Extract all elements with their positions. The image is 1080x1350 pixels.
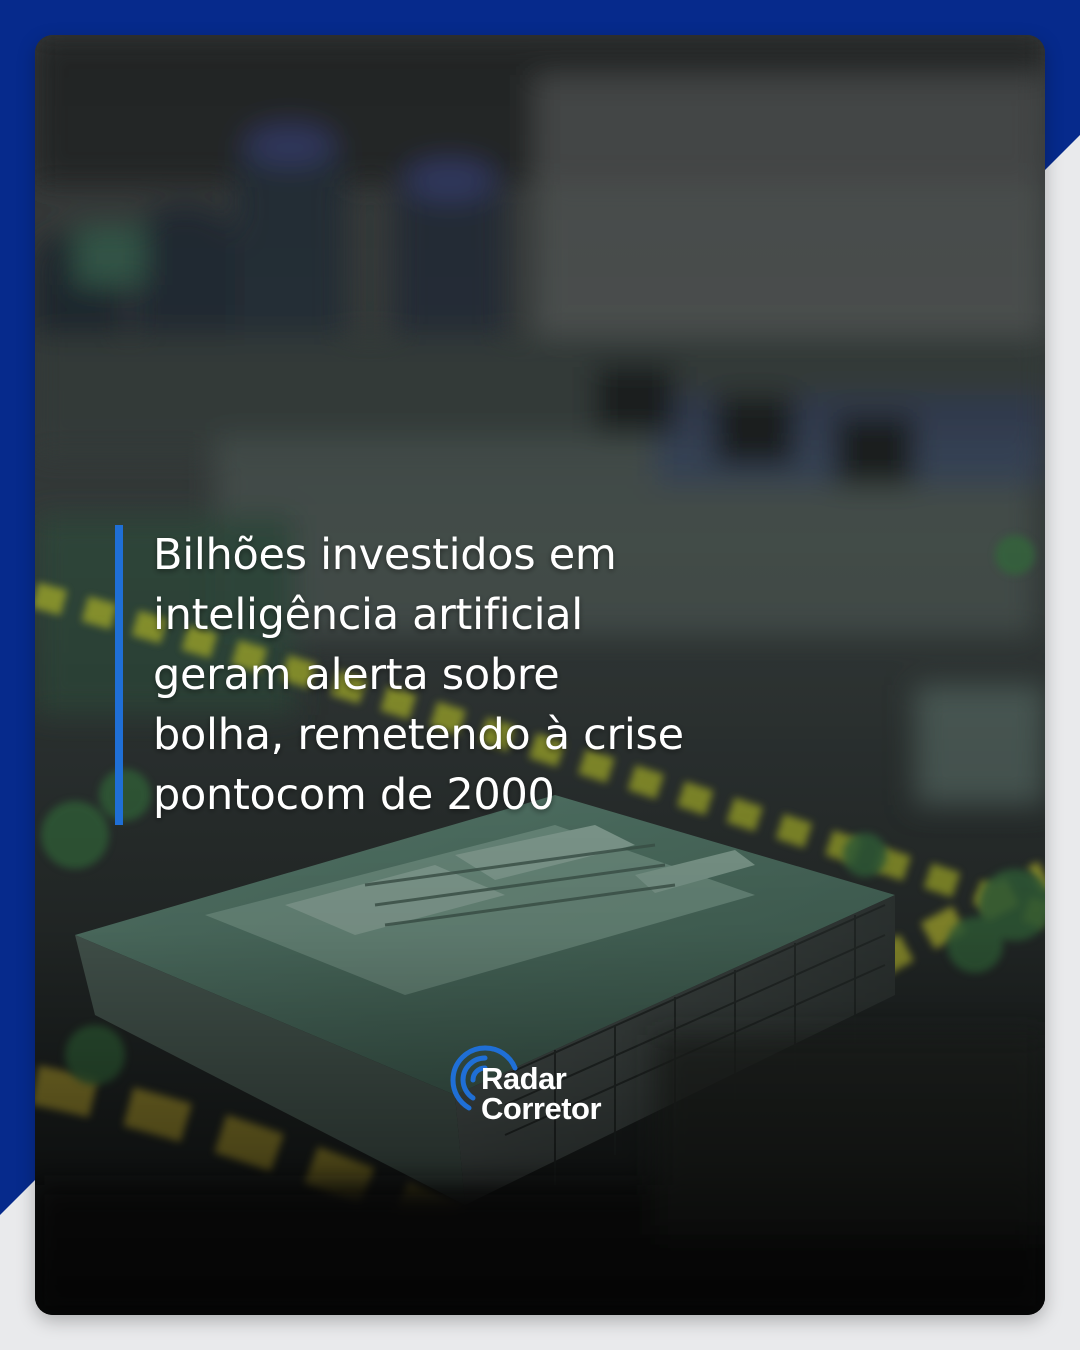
headline-line: geram alerta sobre bbox=[153, 650, 560, 700]
headline-block: Bilhões investidos em inteligência artif… bbox=[115, 525, 793, 825]
headline-line: inteligência artificial bbox=[153, 590, 583, 640]
headline-line: bolha, remetendo à crise bbox=[153, 710, 684, 760]
brand-line-1: Radar bbox=[481, 1061, 567, 1096]
post-canvas: Bilhões investidos em inteligência artif… bbox=[0, 0, 1080, 1350]
headline: Bilhões investidos em inteligência artif… bbox=[153, 525, 793, 825]
headline-line: Bilhões investidos em bbox=[153, 530, 617, 580]
brand-wordmark: Radar Corretor bbox=[481, 1061, 602, 1126]
brand-logo: Radar Corretor bbox=[445, 1040, 655, 1136]
photo-card: Bilhões investidos em inteligência artif… bbox=[35, 35, 1045, 1315]
brand-line-2: Corretor bbox=[481, 1091, 602, 1126]
headline-line: pontocom de 2000 bbox=[153, 770, 555, 820]
